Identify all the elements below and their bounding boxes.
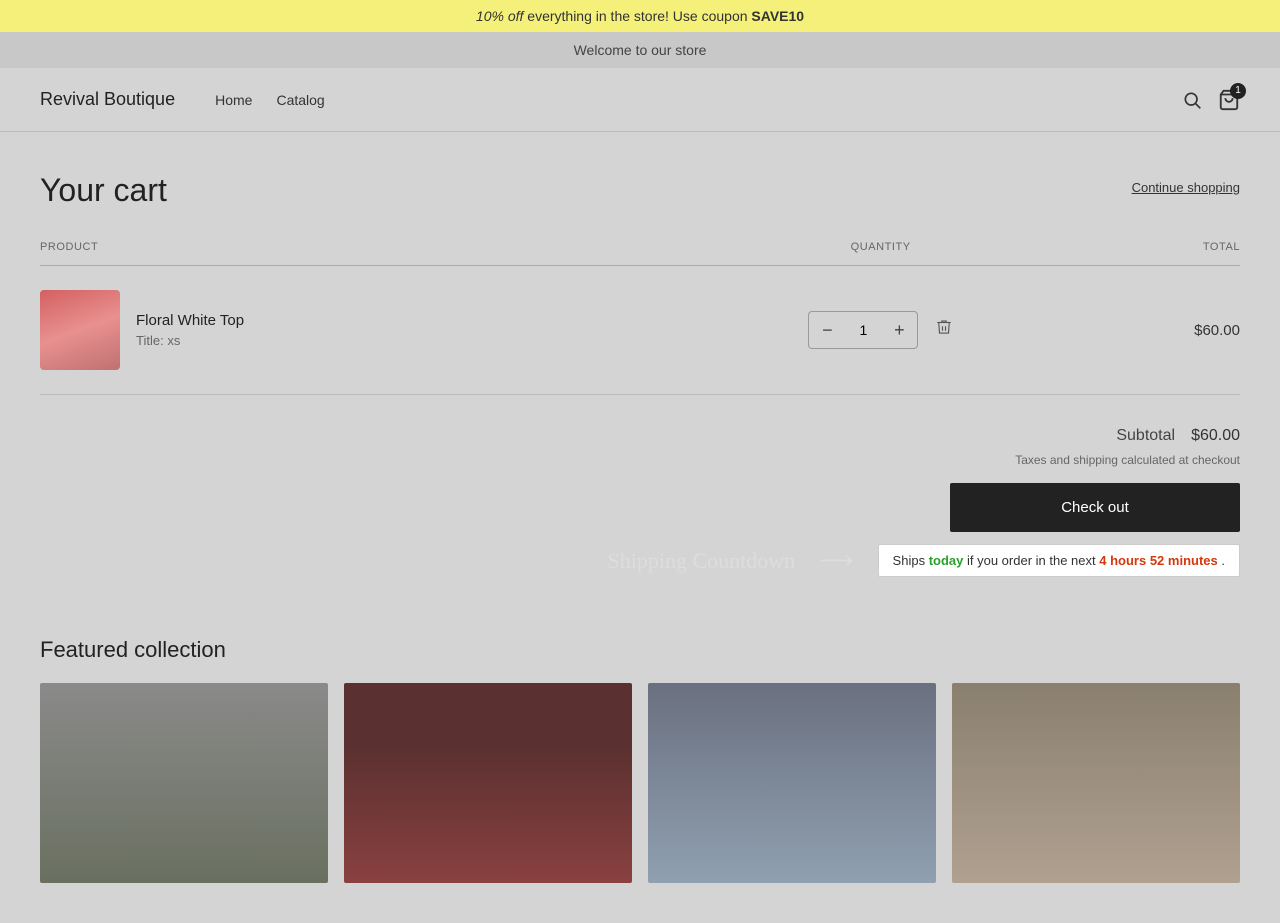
featured-grid	[40, 683, 1240, 883]
quantity-input[interactable]: 1	[845, 322, 881, 338]
subtotal-label: Subtotal	[1116, 427, 1175, 445]
announcement-coupon: SAVE10	[751, 8, 804, 24]
quantity-control: − 1 +	[808, 311, 918, 349]
trash-icon	[935, 318, 953, 336]
featured-section: Featured collection	[0, 637, 1280, 923]
cart-badge: 1	[1230, 83, 1246, 99]
variant-label: Title:	[136, 333, 164, 348]
ships-middle-text: if you order in the next	[967, 553, 1096, 568]
product-name: Floral White Top	[136, 312, 244, 329]
subtotal-row: Subtotal $60.00	[1116, 427, 1240, 445]
checkout-button[interactable]: Check out	[950, 483, 1240, 532]
cart-wrapper: 1	[1218, 89, 1240, 111]
col-header-product: Product	[40, 233, 661, 266]
cart-header-row: Your cart Continue shopping	[40, 172, 1240, 209]
subtotal-value: $60.00	[1191, 427, 1240, 445]
featured-card[interactable]	[344, 683, 632, 883]
search-button[interactable]	[1182, 90, 1202, 110]
header-actions: 1	[1182, 89, 1240, 111]
announcement-rest: everything in the store! Use coupon	[527, 8, 747, 24]
announcement-bar: 10% off everything in the store! Use cou…	[0, 0, 1280, 32]
header: Revival Boutique Home Catalog 1	[0, 68, 1280, 132]
product-variant: Title: xs	[136, 333, 244, 348]
price-cell: $60.00	[1100, 266, 1240, 395]
remove-item-button[interactable]	[935, 318, 953, 339]
featured-card[interactable]	[952, 683, 1240, 883]
featured-card[interactable]	[40, 683, 328, 883]
col-header-total: Total	[1100, 233, 1240, 266]
welcome-text: Welcome to our store	[574, 42, 707, 58]
annotation-arrow-icon: ⟶	[819, 546, 853, 575]
main-nav: Home Catalog	[215, 92, 325, 108]
product-image-inner	[40, 290, 120, 370]
quantity-increase-button[interactable]: +	[881, 312, 917, 348]
store-logo[interactable]: Revival Boutique	[40, 89, 175, 110]
cart-table: Product Quantity Total Floral White Top …	[40, 233, 1240, 395]
continue-shopping-link[interactable]: Continue shopping	[1132, 180, 1240, 195]
nav-catalog[interactable]: Catalog	[276, 92, 324, 108]
ships-today-text: today	[929, 553, 964, 568]
ships-time: 4 hours 52 minutes	[1099, 553, 1217, 568]
product-info: Floral White Top Title: xs	[40, 290, 661, 370]
ships-suffix: .	[1221, 553, 1225, 568]
subtotal-section: Subtotal $60.00 Taxes and shipping calcu…	[40, 427, 1240, 532]
cart-table-header-row: Product Quantity Total	[40, 233, 1240, 266]
shipping-countdown-area: Shipping Countdown ⟶ Ships today if you …	[40, 544, 1240, 577]
featured-title: Featured collection	[40, 637, 1240, 663]
announcement-off-text: 10% off	[476, 8, 523, 24]
quantity-decrease-button[interactable]: −	[809, 312, 845, 348]
tax-note: Taxes and shipping calculated at checkou…	[1015, 453, 1240, 467]
cart-title: Your cart	[40, 172, 167, 209]
product-image	[40, 290, 120, 370]
search-icon	[1182, 90, 1202, 110]
variant-value-text: xs	[167, 333, 180, 348]
welcome-bar: Welcome to our store	[0, 32, 1280, 68]
main-content: Your cart Continue shopping Product Quan…	[0, 132, 1280, 637]
quantity-cell: − 1 +	[661, 266, 1100, 395]
col-header-quantity: Quantity	[661, 233, 1100, 266]
nav-home[interactable]: Home	[215, 92, 252, 108]
featured-card[interactable]	[648, 683, 936, 883]
shipping-annotation-label: Shipping Countdown	[608, 548, 796, 574]
ships-prefix: Ships	[893, 553, 926, 568]
product-details: Floral White Top Title: xs	[136, 312, 244, 348]
table-row: Floral White Top Title: xs − 1	[40, 266, 1240, 395]
shipping-badge: Ships today if you order in the next 4 h…	[878, 544, 1240, 577]
product-cell: Floral White Top Title: xs	[40, 266, 661, 395]
